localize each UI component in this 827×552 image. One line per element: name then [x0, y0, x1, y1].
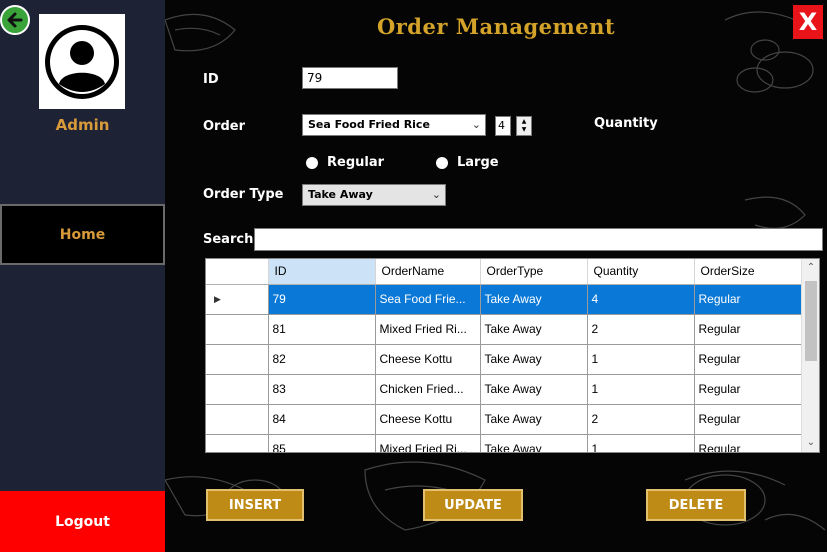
cell-ordername[interactable]: Sea Food Frie...	[375, 284, 481, 315]
cell-quantity[interactable]: 4	[587, 284, 695, 315]
cell-ordertype[interactable]: Take Away	[480, 404, 588, 435]
page-title: Order Management	[376, 14, 616, 39]
quantity-stepper-buttons[interactable]: ▲ ▼	[516, 116, 532, 136]
scroll-up-icon[interactable]: ⌃	[802, 259, 819, 277]
row-header[interactable]	[206, 434, 269, 452]
table-row[interactable]: 81 Mixed Fried Ri... Take Away 2 Regular	[206, 314, 803, 345]
order-label: Order	[203, 119, 245, 134]
close-button[interactable]: X	[793, 5, 823, 39]
column-header-ordertype[interactable]: OrderType	[480, 259, 588, 285]
cell-ordersize[interactable]: Regular	[694, 374, 803, 405]
cell-id[interactable]: 81	[268, 314, 376, 345]
cell-ordertype[interactable]: Take Away	[480, 284, 588, 315]
cell-ordertype[interactable]: Take Away	[480, 374, 588, 405]
cell-id[interactable]: 83	[268, 374, 376, 405]
cell-ordersize[interactable]: Regular	[694, 284, 803, 315]
size-radio-regular-label: Regular	[327, 155, 385, 170]
row-header[interactable]	[206, 374, 269, 405]
table-row[interactable]: 85 Mixed Fried Ri... Take Away 1 Regular	[206, 434, 803, 452]
cell-id[interactable]: 84	[268, 404, 376, 435]
id-label: ID	[203, 72, 219, 87]
chevron-down-icon: ⌄	[471, 118, 481, 131]
cell-ordername[interactable]: Chicken Fried...	[375, 374, 481, 405]
user-icon	[45, 24, 119, 99]
id-input[interactable]: 79	[302, 67, 398, 89]
scrollbar-thumb[interactable]	[805, 281, 817, 361]
user-role-label: Admin	[55, 116, 110, 134]
update-button[interactable]: UPDATE	[423, 489, 523, 521]
radio-dot-icon	[436, 156, 448, 169]
table-row[interactable]: 84 Cheese Kottu Take Away 2 Regular	[206, 404, 803, 435]
stepper-up-icon[interactable]: ▲	[522, 118, 527, 126]
column-header-quantity[interactable]: Quantity	[587, 259, 695, 285]
cell-quantity[interactable]: 2	[587, 404, 695, 435]
cell-id[interactable]: 82	[268, 344, 376, 375]
search-label: Search	[203, 232, 254, 247]
size-radio-large-label: Large	[457, 155, 499, 170]
cell-ordersize[interactable]: Regular	[694, 434, 803, 452]
cell-quantity[interactable]: 1	[587, 344, 695, 375]
cell-quantity[interactable]: 1	[587, 434, 695, 452]
scroll-down-icon[interactable]: ⌄	[802, 434, 819, 452]
logout-button[interactable]: Logout	[0, 491, 165, 552]
table-row[interactable]: 83 Chicken Fried... Take Away 1 Regular	[206, 374, 803, 405]
cell-id[interactable]: 79	[268, 284, 376, 315]
cell-ordername[interactable]: Cheese Kottu	[375, 404, 481, 435]
quantity-label: Quantity	[594, 116, 658, 131]
sidebar: Admin Home Logout	[0, 0, 165, 552]
delete-button[interactable]: DELETE	[646, 489, 746, 521]
order-type-label: Order Type	[203, 187, 284, 202]
insert-button[interactable]: INSERT	[206, 489, 304, 521]
column-header-ordersize[interactable]: OrderSize	[694, 259, 803, 285]
cell-ordertype[interactable]: Take Away	[480, 344, 588, 375]
cell-ordertype[interactable]: Take Away	[480, 434, 588, 452]
grid-vertical-scrollbar[interactable]: ⌃ ⌄	[801, 259, 819, 452]
cell-quantity[interactable]: 1	[587, 374, 695, 405]
home-button[interactable]: Home	[0, 204, 165, 265]
avatar	[39, 14, 125, 109]
cell-ordername[interactable]: Cheese Kottu	[375, 344, 481, 375]
chevron-down-icon: ⌄	[431, 188, 441, 201]
column-header-id[interactable]: ID	[268, 259, 376, 285]
cell-ordername[interactable]: Mixed Fried Ri...	[375, 314, 481, 345]
row-header[interactable]	[206, 404, 269, 435]
cell-quantity[interactable]: 2	[587, 314, 695, 345]
cell-ordersize[interactable]: Regular	[694, 404, 803, 435]
cell-ordersize[interactable]: Regular	[694, 344, 803, 375]
arrow-left-icon	[7, 12, 23, 28]
order-type-select-value: Take Away	[308, 188, 373, 201]
grid-corner-cell[interactable]	[206, 259, 269, 285]
order-select[interactable]: Sea Food Fried Rice ⌄	[302, 114, 486, 136]
column-header-ordername[interactable]: OrderName	[375, 259, 481, 285]
cell-ordersize[interactable]: Regular	[694, 314, 803, 345]
back-button[interactable]	[0, 5, 30, 35]
row-selector-icon[interactable]: ▶	[206, 284, 269, 315]
row-header[interactable]	[206, 314, 269, 345]
cell-id[interactable]: 85	[268, 434, 376, 452]
row-header[interactable]	[206, 344, 269, 375]
size-radio-regular[interactable]: Regular	[306, 155, 384, 170]
quantity-stepper[interactable]: 4	[495, 116, 511, 136]
size-radio-large[interactable]: Large	[436, 155, 499, 170]
cell-ordertype[interactable]: Take Away	[480, 314, 588, 345]
cell-ordername[interactable]: Mixed Fried Ri...	[375, 434, 481, 452]
radio-dot-icon	[306, 156, 318, 169]
orders-grid: ID OrderName OrderType Quantity OrderSiz…	[205, 258, 820, 453]
grid-header-row: ID OrderName OrderType Quantity OrderSiz…	[206, 259, 803, 285]
order-select-value: Sea Food Fried Rice	[308, 118, 430, 131]
table-row[interactable]: 82 Cheese Kottu Take Away 1 Regular	[206, 344, 803, 375]
search-input[interactable]	[254, 228, 823, 251]
table-row[interactable]: ▶ 79 Sea Food Frie... Take Away 4 Regula…	[206, 284, 803, 315]
stepper-down-icon[interactable]: ▼	[522, 126, 527, 134]
order-type-select[interactable]: Take Away ⌄	[302, 184, 446, 206]
